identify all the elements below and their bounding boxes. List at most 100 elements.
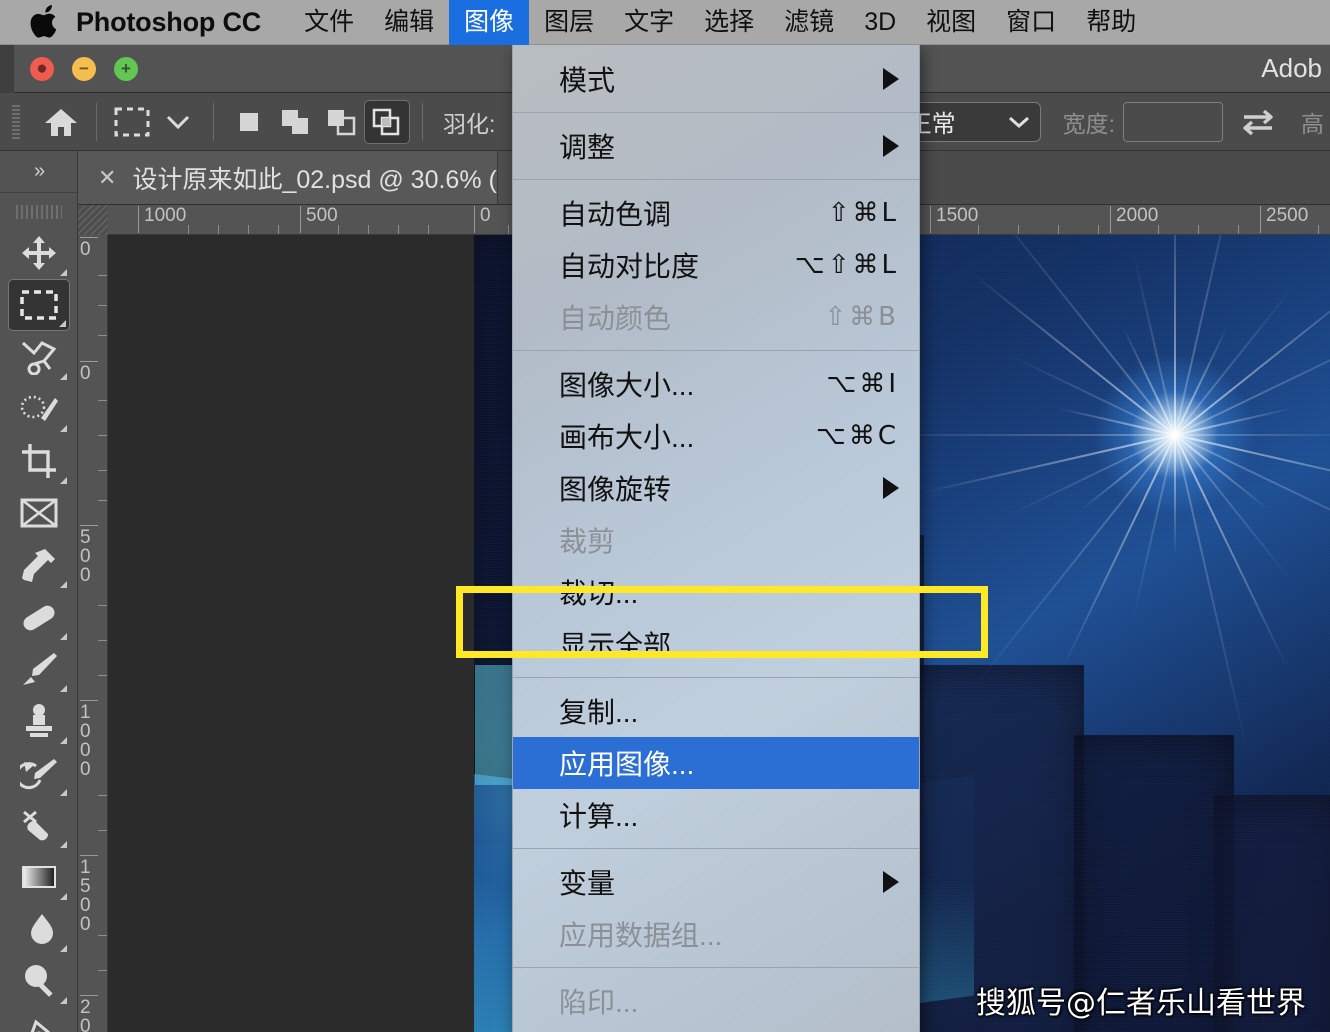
quick-selection-tool[interactable] <box>8 383 70 435</box>
menu-separator <box>513 179 919 180</box>
home-icon[interactable] <box>38 100 84 144</box>
maximize-window-button[interactable]: + <box>114 56 138 81</box>
menu-item-edit[interactable]: 编辑 <box>369 0 449 45</box>
tool-flyout-corner <box>60 737 67 744</box>
menu-item-auto-contrast[interactable]: 自动对比度 ⌥⇧⌘L <box>513 239 919 291</box>
options-bar-grip[interactable] <box>12 104 20 139</box>
menu-item-variables[interactable]: 变量 <box>513 856 919 908</box>
marquee-select-icon[interactable] <box>109 100 155 144</box>
new-selection-icon[interactable] <box>226 100 272 144</box>
pen-tool[interactable] <box>8 1007 70 1032</box>
brush-tool[interactable] <box>8 643 70 695</box>
photoshop-window: Photoshop CC 文件 编辑 图像 图层 文字 选择 滤镜 3D 视图 … <box>0 0 1330 1032</box>
apple-logo-icon[interactable] <box>22 0 68 45</box>
menu-item-mode[interactable]: 模式 <box>513 53 919 105</box>
tool-flyout-corner <box>60 841 67 848</box>
menu-item-canvas-size[interactable]: 画布大小... ⌥⌘C <box>513 410 919 462</box>
submenu-arrow-icon <box>883 68 899 90</box>
tool-flyout-corner <box>60 581 67 588</box>
menu-item-window[interactable]: 窗口 <box>991 0 1071 45</box>
close-icon: ● <box>36 58 48 79</box>
height-label: 高 <box>1301 110 1324 137</box>
document-tab-1-title: 设计原来如此_02.psd @ 30.6% (亮 <box>132 165 498 194</box>
image-dropdown-menu[interactable]: 模式 调整 自动色调 ⇧⌘L 自动对比度 ⌥⇧⌘L 自动颜色 ⇧⌘B 图像大小.… <box>512 45 920 1032</box>
menu-item-filter[interactable]: 滤镜 <box>769 0 849 45</box>
crop-tool[interactable] <box>8 435 70 487</box>
tools-panel-grip[interactable] <box>15 199 62 225</box>
ruler-h-label: 500 <box>300 206 338 233</box>
submenu-arrow-icon <box>883 871 899 893</box>
eraser-tool[interactable] <box>8 799 70 851</box>
subtract-from-selection-icon[interactable] <box>318 100 364 144</box>
light-ray <box>1174 326 1228 436</box>
move-tool[interactable] <box>8 227 70 279</box>
menu-item-reveal-all[interactable]: 显示全部 <box>513 618 919 670</box>
menu-item-label: 画布大小... <box>559 422 695 453</box>
frame-tool[interactable] <box>8 487 70 539</box>
swap-arrows-icon[interactable] <box>1235 100 1281 144</box>
menu-item-duplicate[interactable]: 复制... <box>513 685 919 737</box>
light-ray <box>1003 434 1176 519</box>
ruler-h-label: 1000 <box>138 206 186 233</box>
menu-item-label: 图像旋转 <box>559 474 672 505</box>
chevron-down-icon[interactable] <box>155 100 201 144</box>
history-brush-tool[interactable] <box>8 747 70 799</box>
width-input[interactable] <box>1123 101 1223 142</box>
collapse-panel-button[interactable]: » <box>0 151 77 193</box>
submenu-arrow-icon <box>883 135 899 157</box>
light-ray <box>1174 434 1330 580</box>
menu-item-view[interactable]: 视图 <box>911 0 991 45</box>
close-window-button[interactable]: ● <box>30 56 54 81</box>
vertical-ruler[interactable]: 0 0 500 1000 1500 200 <box>78 235 108 1032</box>
menu-item-image[interactable]: 图像 <box>449 0 530 45</box>
watermark-text: 搜狐号@仁者乐山看世界 <box>976 986 1306 1021</box>
menu-item-layer[interactable]: 图层 <box>529 0 609 45</box>
light-ray <box>1175 434 1330 436</box>
spot-healing-brush-tool[interactable] <box>8 591 70 643</box>
menu-item-trap: 陷印... <box>513 975 919 1027</box>
options-separator-1 <box>96 102 97 141</box>
minimize-window-button[interactable]: − <box>72 56 96 81</box>
light-ray <box>1174 272 1330 436</box>
ruler-h-label: 0 <box>474 206 491 233</box>
menu-item-auto-tone[interactable]: 自动色调 ⇧⌘L <box>513 187 919 239</box>
blur-tool[interactable] <box>8 903 70 955</box>
menu-item-shortcut: ⌥⌘I <box>826 369 899 399</box>
tool-flyout-corner <box>60 789 67 796</box>
menu-item-help[interactable]: 帮助 <box>1071 0 1151 45</box>
ruler-h-label: 2000 <box>1110 206 1158 233</box>
add-to-selection-icon[interactable] <box>272 100 318 144</box>
menu-item-3d[interactable]: 3D <box>849 0 911 45</box>
menu-item-adjustments[interactable]: 调整 <box>513 120 919 172</box>
menu-separator <box>513 112 919 113</box>
menu-item-label: 应用数据组... <box>559 920 723 951</box>
rectangular-marquee-tool[interactable] <box>8 279 70 331</box>
menu-item-image-size[interactable]: 图像大小... ⌥⌘I <box>513 358 919 410</box>
eyedropper-tool[interactable] <box>8 539 70 591</box>
menu-item-calculations[interactable]: 计算... <box>513 789 919 841</box>
menu-item-apply-image[interactable]: 应用图像... <box>513 737 919 789</box>
intersect-with-selection-icon[interactable] <box>364 99 410 144</box>
close-icon[interactable]: ✕ <box>98 165 116 191</box>
ruler-v-label: 0 <box>80 361 98 383</box>
menu-item-label: 应用图像... <box>559 749 695 780</box>
menu-item-label: 图像大小... <box>559 370 695 401</box>
clone-stamp-tool[interactable] <box>8 695 70 747</box>
menu-item-trim[interactable]: 裁切... <box>513 566 919 618</box>
menu-item-label: 变量 <box>559 868 616 899</box>
menu-item-shortcut: ⇧⌘B <box>824 302 899 332</box>
document-tab-1[interactable]: ✕ 设计原来如此_02.psd @ 30.6% (亮 <box>78 151 498 204</box>
menu-item-file[interactable]: 文件 <box>289 0 369 45</box>
menu-item-label: 复制... <box>559 697 639 728</box>
menu-item-image-rotation[interactable]: 图像旋转 <box>513 462 919 514</box>
zoom-tool[interactable] <box>8 955 70 1007</box>
menu-item-shortcut: ⌥⇧⌘L <box>794 250 899 280</box>
lasso-tool[interactable] <box>8 331 70 383</box>
ruler-origin-corner[interactable] <box>78 205 108 235</box>
tool-flyout-corner <box>60 633 67 640</box>
menu-item-type[interactable]: 文字 <box>609 0 689 45</box>
menu-item-label: 裁剪 <box>559 526 616 557</box>
gradient-tool[interactable] <box>8 851 70 903</box>
tool-flyout-corner <box>60 893 67 900</box>
menu-item-select[interactable]: 选择 <box>689 0 769 45</box>
